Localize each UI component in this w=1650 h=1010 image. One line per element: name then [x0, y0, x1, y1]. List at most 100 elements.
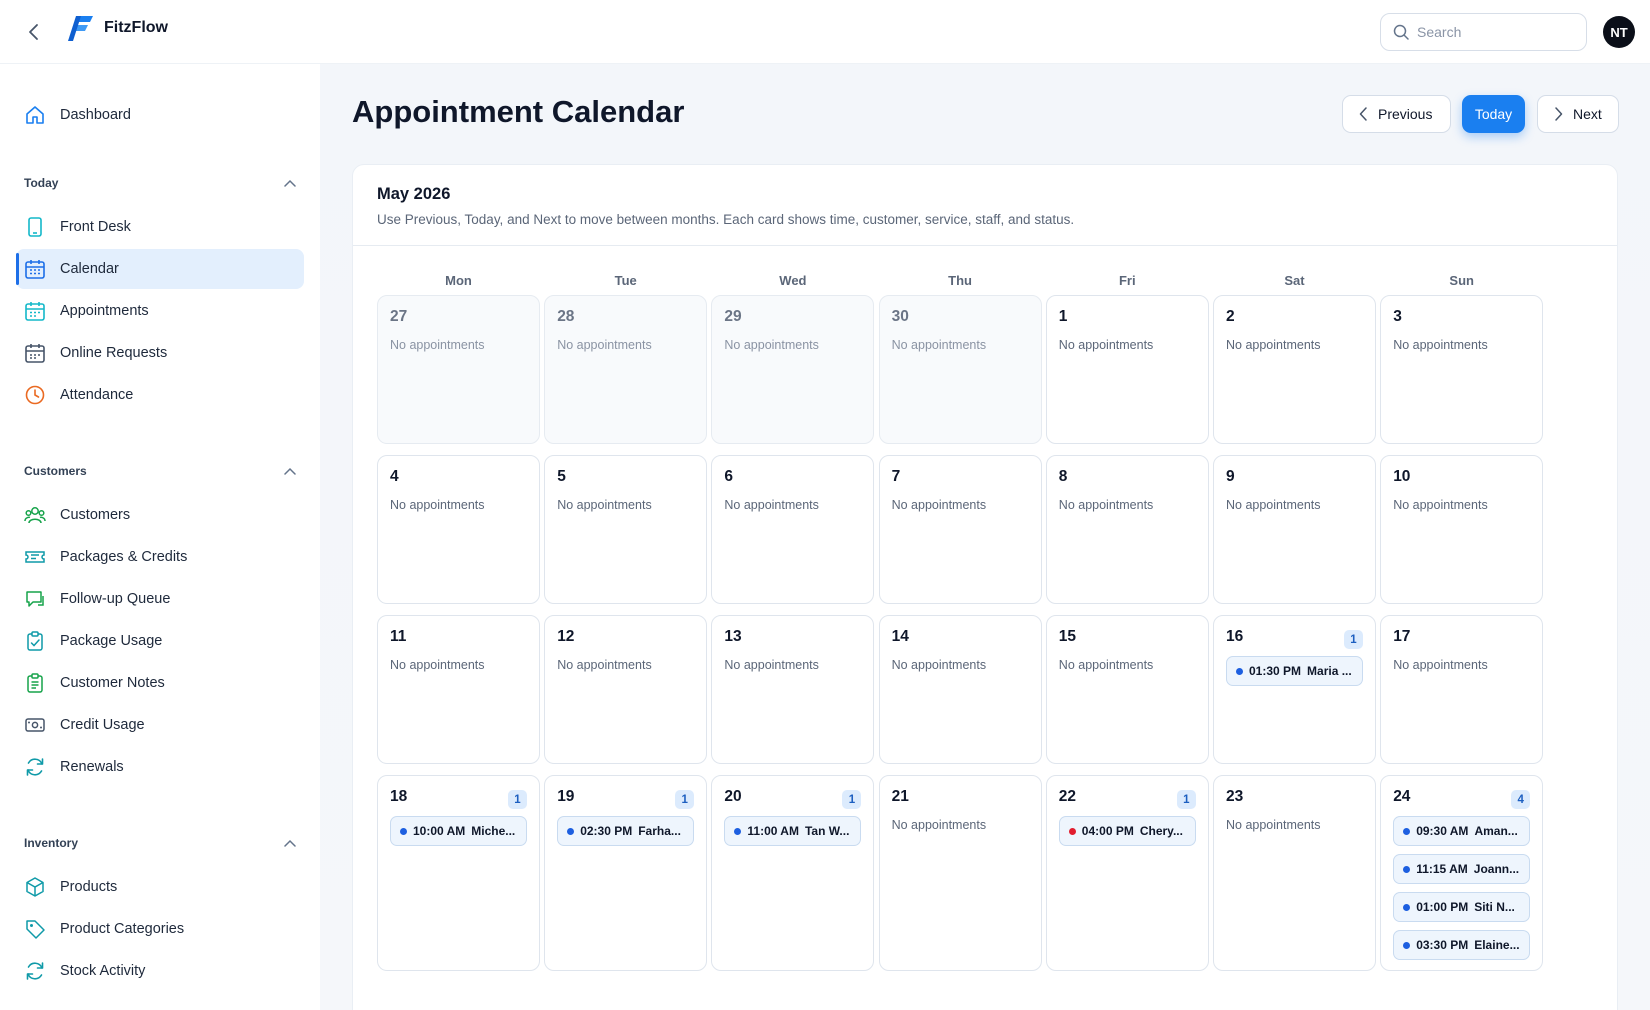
- today-label: Today: [1474, 106, 1513, 122]
- previous-month-button[interactable]: Previous: [1342, 95, 1451, 133]
- day-number: 17: [1393, 628, 1411, 645]
- appointment-chip[interactable]: 03:30 PM Elaine...: [1393, 930, 1531, 960]
- appointment-time: 02:30 PM: [580, 824, 633, 838]
- appointment-customer: Tan W...: [804, 824, 850, 838]
- day-cell[interactable]: 20 1 11:00 AM Tan W...: [711, 775, 875, 971]
- calendar-hint: Use Previous, Today, and Next to move be…: [377, 212, 1075, 227]
- appointment-time: 01:00 PM: [1416, 900, 1469, 914]
- no-appointments-text: No appointments: [390, 498, 485, 512]
- sidebar-item-packages-credits[interactable]: Packages & Credits: [16, 537, 304, 577]
- no-appointments-text: No appointments: [1226, 338, 1321, 352]
- day-cell[interactable]: 19 1 02:30 PM Farha...: [544, 775, 708, 971]
- day-cell[interactable]: 23 No appointments: [1213, 775, 1376, 971]
- no-appointments-text: No appointments: [1393, 498, 1488, 512]
- appointment-count-badge: 1: [1344, 630, 1363, 649]
- search-input[interactable]: [1417, 24, 1567, 40]
- sidebar-item-renewals[interactable]: Renewals: [16, 747, 304, 787]
- day-cell[interactable]: 27 No appointments: [377, 295, 540, 444]
- sidebar-item-product-categories[interactable]: Product Categories: [16, 909, 304, 949]
- sidebar-item-products[interactable]: Products: [16, 867, 304, 907]
- day-cell[interactable]: 13 No appointments: [711, 615, 875, 764]
- chevron-up-icon: [284, 839, 296, 847]
- appointment-customer: Farha...: [638, 824, 681, 838]
- day-cell[interactable]: 5 No appointments: [544, 455, 708, 604]
- day-cell[interactable]: 15 No appointments: [1045, 615, 1209, 764]
- appointment-chip[interactable]: 11:15 AM Joann...: [1393, 854, 1531, 884]
- day-number: 24: [1393, 788, 1411, 805]
- appointment-count-badge: 1: [842, 790, 862, 809]
- section-toggle-customers[interactable]: Customers: [24, 461, 296, 481]
- appointment-time: 03:30 PM: [1416, 938, 1469, 952]
- chevron-up-icon: [284, 179, 296, 187]
- no-appointments-text: No appointments: [1058, 498, 1154, 512]
- status-dot-icon: [1236, 667, 1243, 675]
- appointment-chip[interactable]: 10:00 AM Miche...: [390, 816, 527, 846]
- appointment-chip[interactable]: 04:00 PM Chery...: [1058, 816, 1196, 846]
- sidebar-item-stock-activity[interactable]: Stock Activity: [16, 951, 304, 991]
- sidebar-item-appointments[interactable]: Appointments: [16, 291, 304, 331]
- day-cell[interactable]: 12 No appointments: [544, 615, 708, 764]
- day-cell[interactable]: 28 No appointments: [544, 295, 708, 444]
- sidebar-item-front-desk[interactable]: Front Desk: [16, 207, 304, 247]
- status-dot-icon: [1403, 941, 1411, 949]
- day-cell[interactable]: 6 No appointments: [711, 455, 875, 604]
- day-cell[interactable]: 4 No appointments: [377, 455, 540, 604]
- status-dot-icon: [734, 827, 742, 835]
- sidebar-item-dashboard[interactable]: Dashboard: [16, 95, 304, 135]
- day-cell[interactable]: 29 No appointments: [711, 295, 875, 444]
- day-cell[interactable]: 14 No appointments: [878, 615, 1042, 764]
- sidebar-item-credit-usage[interactable]: Credit Usage: [16, 705, 304, 745]
- day-cell[interactable]: 18 1 10:00 AM Miche...: [377, 775, 540, 971]
- today-button[interactable]: Today: [1462, 95, 1525, 133]
- sidebar-item-attendance[interactable]: Attendance: [16, 375, 304, 415]
- day-cell[interactable]: 8 No appointments: [1045, 455, 1209, 604]
- weekday-label: Wed: [779, 273, 807, 288]
- day-cell[interactable]: 17 No appointments: [1380, 615, 1544, 764]
- section-title: Inventory: [24, 836, 79, 850]
- day-cell[interactable]: 24 4 09:30 AM Aman... 11:15 AM Joann... 01:00 …: [1380, 775, 1544, 971]
- appointment-time: 09:30 AM: [1416, 824, 1469, 838]
- previous-label: Previous: [1378, 106, 1433, 122]
- next-month-button[interactable]: Next: [1537, 95, 1619, 133]
- user-avatar[interactable]: NT: [1603, 16, 1635, 48]
- no-appointments-text: No appointments: [724, 498, 819, 512]
- sidebar-item-label: Products: [60, 879, 118, 895]
- appointment-chip[interactable]: 11:00 AM Tan W...: [724, 816, 862, 846]
- appointment-chip[interactable]: 02:30 PM Farha...: [557, 816, 695, 846]
- sidebar-item-package-usage[interactable]: Package Usage: [16, 621, 304, 661]
- day-cell[interactable]: 21 No appointments: [878, 775, 1042, 971]
- calendar-request-icon: [24, 342, 46, 364]
- sidebar-item-customer-notes[interactable]: Customer Notes: [16, 663, 304, 703]
- appointment-chip[interactable]: 09:30 AM Aman...: [1393, 816, 1531, 846]
- day-cell[interactable]: 16 1 01:30 PM Maria ...: [1213, 615, 1376, 764]
- sidebar-item-online-requests[interactable]: Online Requests: [16, 333, 304, 373]
- appointment-chip[interactable]: 01:00 PM Siti N...: [1393, 892, 1531, 922]
- sidebar-item-follow-up-queue[interactable]: Follow-up Queue: [16, 579, 304, 619]
- day-cell[interactable]: 7 No appointments: [878, 455, 1042, 604]
- appointment-customer: Chery...: [1139, 824, 1183, 838]
- day-cell[interactable]: 10 No appointments: [1380, 455, 1544, 604]
- day-cell[interactable]: 3 No appointments: [1380, 295, 1544, 444]
- appointment-chip[interactable]: 01:30 PM Maria ...: [1226, 656, 1363, 686]
- day-cell[interactable]: 22 1 04:00 PM Chery...: [1045, 775, 1209, 971]
- appointment-time: 10:00 AM: [413, 824, 466, 838]
- no-appointments-text: No appointments: [1226, 818, 1321, 832]
- day-cell[interactable]: 11 No appointments: [377, 615, 540, 764]
- day-number: 6: [724, 468, 734, 485]
- calendar-grid-icon: [24, 300, 46, 322]
- sidebar-item-customers[interactable]: Customers: [16, 495, 304, 535]
- day-cell[interactable]: 30 No appointments: [878, 295, 1042, 444]
- section-toggle-inventory[interactable]: Inventory: [24, 833, 296, 853]
- section-toggle-today[interactable]: Today: [24, 173, 296, 193]
- day-cell[interactable]: 9 No appointments: [1213, 455, 1376, 604]
- day-cell[interactable]: 2 No appointments: [1213, 295, 1376, 444]
- sidebar-item-calendar[interactable]: Calendar: [16, 249, 304, 289]
- search-box[interactable]: [1380, 13, 1587, 51]
- day-cell[interactable]: 1 No appointments: [1045, 295, 1209, 444]
- back-button[interactable]: [22, 20, 46, 44]
- brand[interactable]: FitzFlow: [68, 14, 168, 42]
- no-appointments-text: No appointments: [390, 338, 485, 352]
- sidebar-item-label: Renewals: [60, 759, 124, 775]
- appointment-time: 11:00 AM: [747, 824, 799, 838]
- day-number: 13: [724, 628, 742, 645]
